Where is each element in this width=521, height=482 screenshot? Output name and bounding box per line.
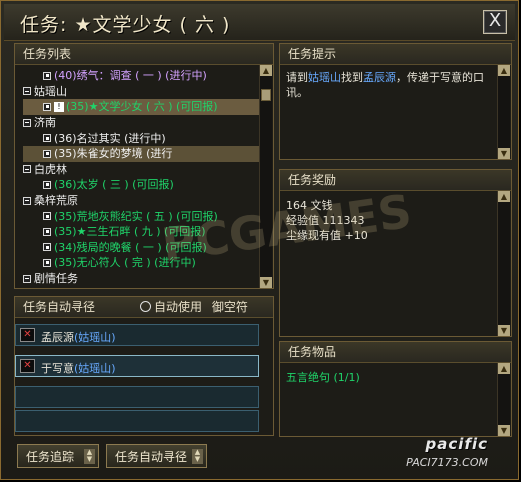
quest-item-entry[interactable]: 五言绝句 (1/1) [286, 370, 360, 385]
quest-category-label: 桑梓荒原 [34, 194, 78, 208]
hint-scrollbar[interactable]: ▲ ▼ [497, 65, 510, 159]
reward-exp: 经验值 111343 [286, 214, 365, 227]
alert-icon: ! [54, 101, 64, 112]
quest-item-label: (40)绣气：调查 ( 一 ) (进行中) [54, 69, 207, 83]
scroll-up-arrow[interactable]: ▲ [498, 191, 510, 202]
auto-use-toggle[interactable]: 自动使用 御空符 [140, 297, 248, 317]
spinner-arrows-icon: ▲ ▼ [84, 449, 95, 464]
scroll-down-arrow[interactable]: ▼ [498, 148, 510, 159]
quest-bullet-icon [43, 134, 51, 143]
spinner-arrows-icon: ▲ ▼ [192, 449, 203, 464]
items-scrollbar[interactable]: ▲ ▼ [497, 363, 510, 436]
quest-item[interactable]: (35)朱雀女的梦境 (进行 [23, 145, 269, 162]
quest-bullet-icon [43, 227, 51, 236]
quest-items-panel: 任务物品 五言绝句 (1/1) ▲ ▼ [279, 341, 512, 437]
quest-reward-header: 任务奖励 [280, 170, 511, 191]
crossed-swords-icon: ✕ [20, 359, 35, 373]
quest-item[interactable]: (36)名过其实 (进行中) [23, 130, 269, 146]
close-button[interactable]: X [483, 10, 507, 34]
collapse-icon[interactable] [23, 87, 31, 96]
quest-item[interactable]: (35)荒地灰熊纪实 ( 五 ) (可回报) [23, 208, 269, 224]
scroll-up-arrow[interactable]: ▲ [260, 65, 272, 76]
quest-hint-text: 请到姑瑶山找到孟辰源，传递于写意的口讯。 [286, 71, 484, 99]
scroll-down-arrow[interactable]: ▼ [498, 325, 510, 336]
quest-item-label: (35)★三生石畔 ( 九 ) (可回报) [54, 225, 206, 239]
quest-list-panel: 任务列表 (40)绣气：调查 ( 一 ) (进行中) 姑瑶山! (35)★文学少女 … [14, 43, 274, 289]
quest-reward-panel: 任务奖励 164 文钱 经验值 111343 尘缘现有值 +10 ▲ ▼ [279, 169, 512, 337]
quest-category[interactable]: 白虎林 [23, 162, 269, 178]
reward-scrollbar[interactable]: ▲ ▼ [497, 191, 510, 336]
item-name-label: 御空符 [211, 300, 248, 314]
window-title: 任务: ★文学少女 ( 六 ) [20, 14, 231, 36]
quest-list-header: 任务列表 [15, 44, 273, 65]
quest-category-label: 白虎林 [34, 162, 67, 176]
reward-money: 164 文钱 [286, 199, 333, 212]
quest-item-label: (34)残局的晚餐 ( 一 ) (可回报) [54, 240, 207, 254]
quest-items-header: 任务物品 [280, 342, 511, 363]
quest-item-label: (35)无心符人 ( 完 ) (进行中) [54, 256, 196, 270]
quest-item[interactable]: ! (35)★文学少女 ( 六 ) (可回报) [23, 99, 269, 115]
quest-item-label: (35)★文学少女 ( 六 ) (可回报) [66, 100, 218, 114]
auto-use-checkbox[interactable] [140, 301, 151, 312]
quest-category[interactable]: 桑梓荒原 [23, 193, 269, 209]
auto-path-entry[interactable]: ✕ 孟辰源(姑瑶山) [15, 324, 259, 346]
quest-category-label: 姑瑶山 [34, 84, 67, 98]
auto-path-entry-label: 于写意(姑瑶山) [41, 362, 116, 375]
collapse-icon[interactable] [23, 196, 31, 205]
auto-path-empty-slot [15, 386, 259, 408]
corner-logo: pacific [425, 435, 488, 453]
quest-reward-text: 164 文钱 经验值 111343 尘缘现有值 +10 [286, 198, 486, 243]
track-quest-button[interactable]: 任务追踪 ▲ ▼ [17, 444, 99, 468]
quest-category[interactable]: 剧情任务 [23, 271, 269, 287]
auto-path-entry[interactable]: ✕ 于写意(姑瑶山) [15, 355, 259, 377]
quest-item-label: (35)荒地灰熊纪实 ( 五 ) (可回报) [54, 209, 218, 223]
quest-bullet-icon [43, 258, 51, 267]
auto-path-button[interactable]: 任务自动寻径 ▲ ▼ [106, 444, 207, 468]
quest-tree: (40)绣气：调查 ( 一 ) (进行中) 姑瑶山! (35)★文学少女 ( 六 )… [23, 68, 269, 286]
auto-path-entry-label: 孟辰源(姑瑶山) [41, 331, 116, 344]
quest-item-label: (36)太岁 ( 三 ) (可回报) [54, 178, 174, 192]
quest-category[interactable]: 济南 [23, 115, 269, 131]
quest-bullet-icon [43, 102, 51, 111]
scroll-up-arrow[interactable]: ▲ [498, 65, 510, 76]
quest-bullet-icon [43, 71, 51, 80]
corner-logo-sub: PACI7173.COM [406, 456, 488, 469]
quest-bullet-icon [43, 149, 51, 158]
quest-item-label: (36)名过其实 (进行中) [54, 131, 166, 145]
quest-hint-header: 任务提示 [280, 44, 511, 65]
collapse-icon[interactable] [23, 274, 31, 283]
quest-category-label: 济南 [34, 116, 56, 130]
quest-item[interactable]: (36)太岁 ( 三 ) (可回报) [23, 177, 269, 193]
crossed-swords-icon: ✕ [20, 328, 35, 342]
auto-path-header: 任务自动寻径 自动使用 御空符 [15, 297, 273, 318]
quest-category-label: 剧情任务 [34, 272, 78, 286]
quest-bullet-icon [43, 212, 51, 221]
quest-bullet-icon [43, 243, 51, 252]
quest-item-label: (35)朱雀女的梦境 (进行 [54, 147, 173, 161]
collapse-icon[interactable] [23, 118, 31, 127]
title-bar[interactable]: 任务: ★文学少女 ( 六 ) X [4, 4, 515, 41]
scroll-thumb[interactable] [261, 89, 271, 101]
collapse-icon[interactable] [23, 165, 31, 174]
quest-item[interactable]: (40)绣气：调查 ( 一 ) (进行中) [23, 68, 269, 84]
quest-list-scrollbar[interactable]: ▲ ▼ [259, 65, 272, 288]
quest-category[interactable]: 姑瑶山 [23, 84, 269, 100]
auto-path-empty-slot [15, 410, 259, 432]
reward-bond: 尘缘现有值 +10 [286, 229, 368, 242]
scroll-down-arrow[interactable]: ▼ [260, 277, 272, 288]
scroll-up-arrow[interactable]: ▲ [498, 363, 510, 374]
quest-item[interactable]: (35)★三生石畔 ( 九 ) (可回报) [23, 224, 269, 240]
quest-window: 任务: ★文学少女 ( 六 ) X 任务列表 (40)绣气：调查 ( 一 ) (… [0, 0, 519, 480]
scroll-down-arrow[interactable]: ▼ [498, 425, 510, 436]
quest-bullet-icon [43, 180, 51, 189]
auto-path-title: 任务自动寻径 [23, 300, 96, 314]
quest-item[interactable]: (34)残局的晚餐 ( 一 ) (可回报) [23, 240, 269, 256]
auto-use-label: 自动使用 [154, 300, 203, 314]
quest-hint-panel: 任务提示 请到姑瑶山找到孟辰源，传递于写意的口讯。 ▲ ▼ [279, 43, 512, 160]
quest-item[interactable]: (35)无心符人 ( 完 ) (进行中) [23, 255, 269, 271]
